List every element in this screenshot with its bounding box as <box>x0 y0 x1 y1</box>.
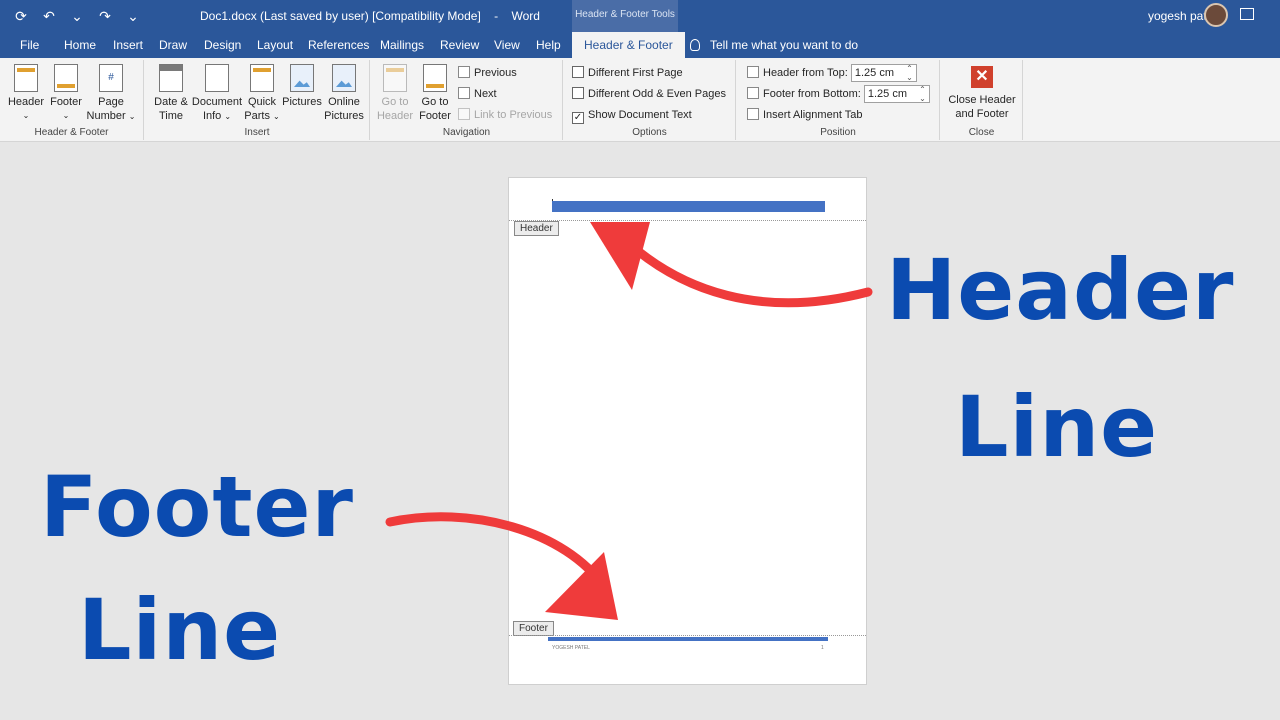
footer-annotation-word: Footer <box>40 458 354 556</box>
footer-arrow-shaft <box>385 512 610 593</box>
header-annotation-word: Header <box>886 241 1235 339</box>
header-arrow-shaft <box>620 235 873 308</box>
header-arrowhead <box>590 222 650 290</box>
header-annotation-line: Line <box>955 378 1159 476</box>
footer-annotation-line: Line <box>78 581 282 679</box>
